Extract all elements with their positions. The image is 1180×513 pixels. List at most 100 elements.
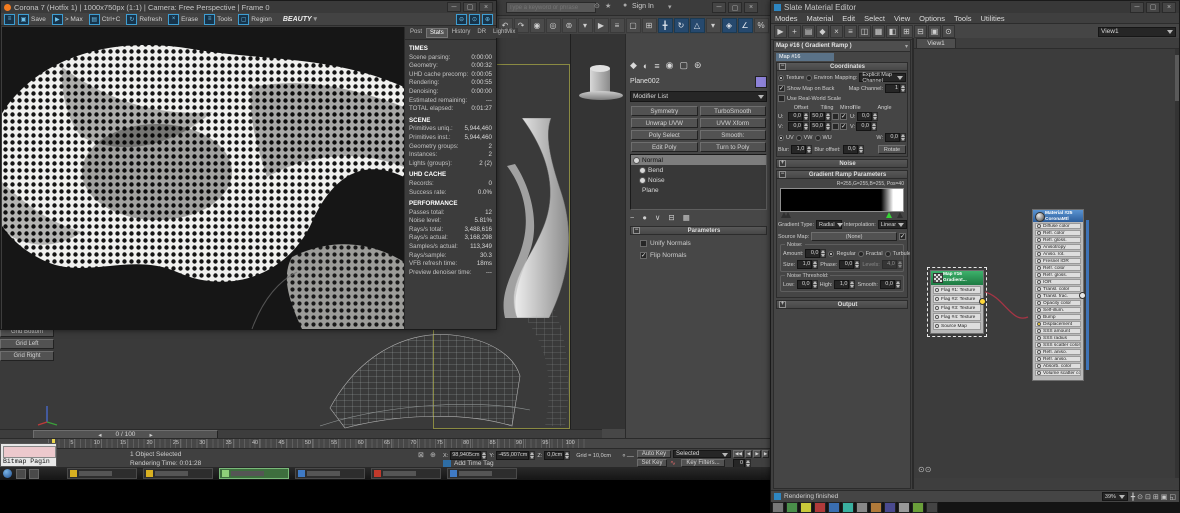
slot-socket[interactable]: [1037, 301, 1041, 305]
zoom-100-icon[interactable]: ⊙: [469, 14, 480, 25]
minimize-button[interactable]: ─: [712, 2, 726, 13]
visibility-bulb-icon[interactable]: [639, 167, 646, 174]
select-tool-icon[interactable]: ▶: [774, 25, 787, 38]
node-view[interactable]: View1 Map #16 Gradient... Flag #1: Te: [912, 38, 1179, 489]
taskbar-tile[interactable]: [842, 502, 854, 513]
configure-stack-icon[interactable]: ▦: [683, 213, 690, 222]
threshold-low-spinner[interactable]: 0,0: [797, 280, 818, 289]
tab-create[interactable]: ◆: [630, 60, 637, 71]
corona-titlebar[interactable]: Corona 7 (Hotfix 1) | 1000x750px (1:1) |…: [1, 1, 496, 13]
z-coordinate-field[interactable]: 0,0cm: [544, 451, 570, 460]
modifier-button[interactable]: Smooth:: [700, 130, 767, 140]
node-input-slot[interactable]: Refl. aniso.: [1035, 349, 1081, 355]
slot-socket[interactable]: [1037, 287, 1041, 291]
gradient-flag[interactable]: [785, 209, 791, 218]
taskbar-button[interactable]: [447, 468, 517, 479]
selection-set-dropdown[interactable]: Selected: [673, 450, 731, 458]
start-button[interactable]: [3, 469, 12, 478]
pick-material-icon[interactable]: +: [788, 25, 801, 38]
parameter-panel-header[interactable]: Map #16 ( Gradient Ramp ) ▾: [774, 41, 910, 52]
select-object-icon[interactable]: ▶: [594, 18, 609, 33]
taskbar-tile[interactable]: [912, 502, 924, 513]
node-input-slot[interactable]: Refl. gloss.: [1035, 237, 1081, 243]
mapping-dropdown[interactable]: Explicit Map Channel: [859, 73, 906, 82]
gradient-ramp-bar[interactable]: [780, 188, 904, 212]
blur-spinner[interactable]: 1,0: [791, 145, 812, 154]
select-rotate-icon[interactable]: ↻: [674, 18, 689, 33]
percent-snap-icon[interactable]: %: [754, 18, 769, 33]
slot-socket[interactable]: [1037, 371, 1041, 375]
window-crossing-icon[interactable]: ⊞: [642, 18, 657, 33]
gradient-rollout-header[interactable]: −Gradient Ramp Parameters: [776, 170, 908, 179]
modifier-button[interactable]: Unwrap UVW: [631, 118, 698, 128]
modifier-stack-item[interactable]: Plane: [631, 185, 766, 195]
chevron-down-icon[interactable]: ▾: [905, 43, 908, 50]
tab-hierarchy[interactable]: ≡: [654, 61, 659, 71]
bind-spacewarp-icon[interactable]: ⊚: [562, 18, 577, 33]
quick-launch-icon[interactable]: [29, 469, 39, 479]
taskbar-button[interactable]: [143, 468, 213, 479]
node-input-slot[interactable]: Anisotropy: [1035, 244, 1081, 250]
assign-to-selection-icon[interactable]: ◆: [816, 25, 829, 38]
y-coordinate-field[interactable]: -455,007cm: [496, 451, 535, 460]
node-input-slot[interactable]: Flag #3: Texture: [933, 304, 981, 312]
taskbar-tile[interactable]: [926, 502, 938, 513]
u-tiling-spinner[interactable]: 50,0: [810, 112, 831, 121]
node-output-socket[interactable]: [1079, 292, 1086, 299]
help-icon[interactable]: ★: [605, 2, 611, 10]
slot-socket[interactable]: [1037, 294, 1041, 298]
snap-toggle-icon[interactable]: ◈: [722, 18, 737, 33]
v-mirror-checkbox[interactable]: [832, 123, 839, 130]
menu-item[interactable]: Tools: [954, 14, 972, 23]
move-children-icon[interactable]: ≡: [844, 25, 857, 38]
node-input-slot[interactable]: SSS amount: [1035, 328, 1081, 334]
threshold-high-spinner[interactable]: 1,0: [834, 280, 855, 289]
taskbar-tile[interactable]: [884, 502, 896, 513]
tab-display[interactable]: ▢: [679, 60, 688, 71]
angle-snap-icon[interactable]: ∠: [738, 18, 753, 33]
modifier-stack-item[interactable]: Noise: [631, 175, 766, 185]
node-header[interactable]: Map #16 Gradient...: [931, 271, 983, 285]
zoom-region-icon[interactable]: ⊡: [1145, 493, 1151, 501]
map-channel-spinner[interactable]: 1: [885, 84, 906, 93]
node-input-slot[interactable]: Transl. frac.: [1035, 293, 1081, 299]
node-output-socket[interactable]: [979, 298, 986, 305]
canvas-zoom-dropdown[interactable]: 39%: [1102, 492, 1128, 501]
interpolation-dropdown[interactable]: Linear: [878, 220, 907, 229]
menu-item[interactable]: Modes: [775, 14, 798, 23]
modifier-button[interactable]: Edit Poly: [631, 142, 698, 152]
v-angle-spinner[interactable]: 0,0: [856, 122, 877, 131]
output-rollout-header[interactable]: +Output: [776, 300, 908, 309]
slot-socket[interactable]: [1037, 245, 1041, 249]
zoom-selected-icon[interactable]: ▣: [1161, 493, 1168, 501]
node-input-slot[interactable]: Flag #4: Texture: [933, 313, 981, 321]
u-mirror-checkbox[interactable]: [832, 113, 839, 120]
copy-button[interactable]: ▤Ctrl+C: [89, 14, 121, 25]
minimize-button[interactable]: ─: [447, 2, 461, 12]
u-offset-spinner[interactable]: 0,0: [788, 112, 809, 121]
play-button[interactable]: ▶: [753, 450, 760, 458]
uv-radio[interactable]: [778, 135, 784, 141]
taskbar-button[interactable]: [219, 468, 289, 479]
node-input-slot[interactable]: Source Map: [933, 322, 981, 330]
node-input-slot[interactable]: Diffuse color: [1035, 223, 1081, 229]
node-input-slot[interactable]: Flag #2: Texture: [933, 295, 981, 303]
show-map-on-back-checkbox[interactable]: [778, 85, 785, 92]
gradient-type-dropdown[interactable]: Radial: [816, 220, 842, 229]
slot-socket[interactable]: [1037, 357, 1041, 361]
render-pass-selector[interactable]: BEAUTY ▾: [283, 15, 317, 23]
taskbar-tile[interactable]: [772, 502, 784, 513]
menu-item[interactable]: Edit: [842, 14, 855, 23]
menu-item[interactable]: Material: [807, 14, 834, 23]
shaded-sheet-object[interactable]: [487, 118, 575, 318]
node-input-slot[interactable]: Volume scatter color: [1035, 370, 1081, 376]
search-input[interactable]: [506, 2, 596, 13]
selection-lock-icon[interactable]: ⊠: [418, 451, 424, 459]
modifier-stack-item[interactable]: Bend: [631, 165, 766, 175]
prev-frame-button[interactable]: ◀: [745, 450, 752, 458]
selection-filter-dropdown[interactable]: ▾: [578, 18, 593, 33]
modifier-button[interactable]: Turn to Poly: [700, 142, 767, 152]
grid-left-button[interactable]: Grid Left: [0, 339, 54, 349]
close-button[interactable]: ×: [479, 2, 493, 12]
maximize-button[interactable]: ▢: [1146, 2, 1160, 13]
